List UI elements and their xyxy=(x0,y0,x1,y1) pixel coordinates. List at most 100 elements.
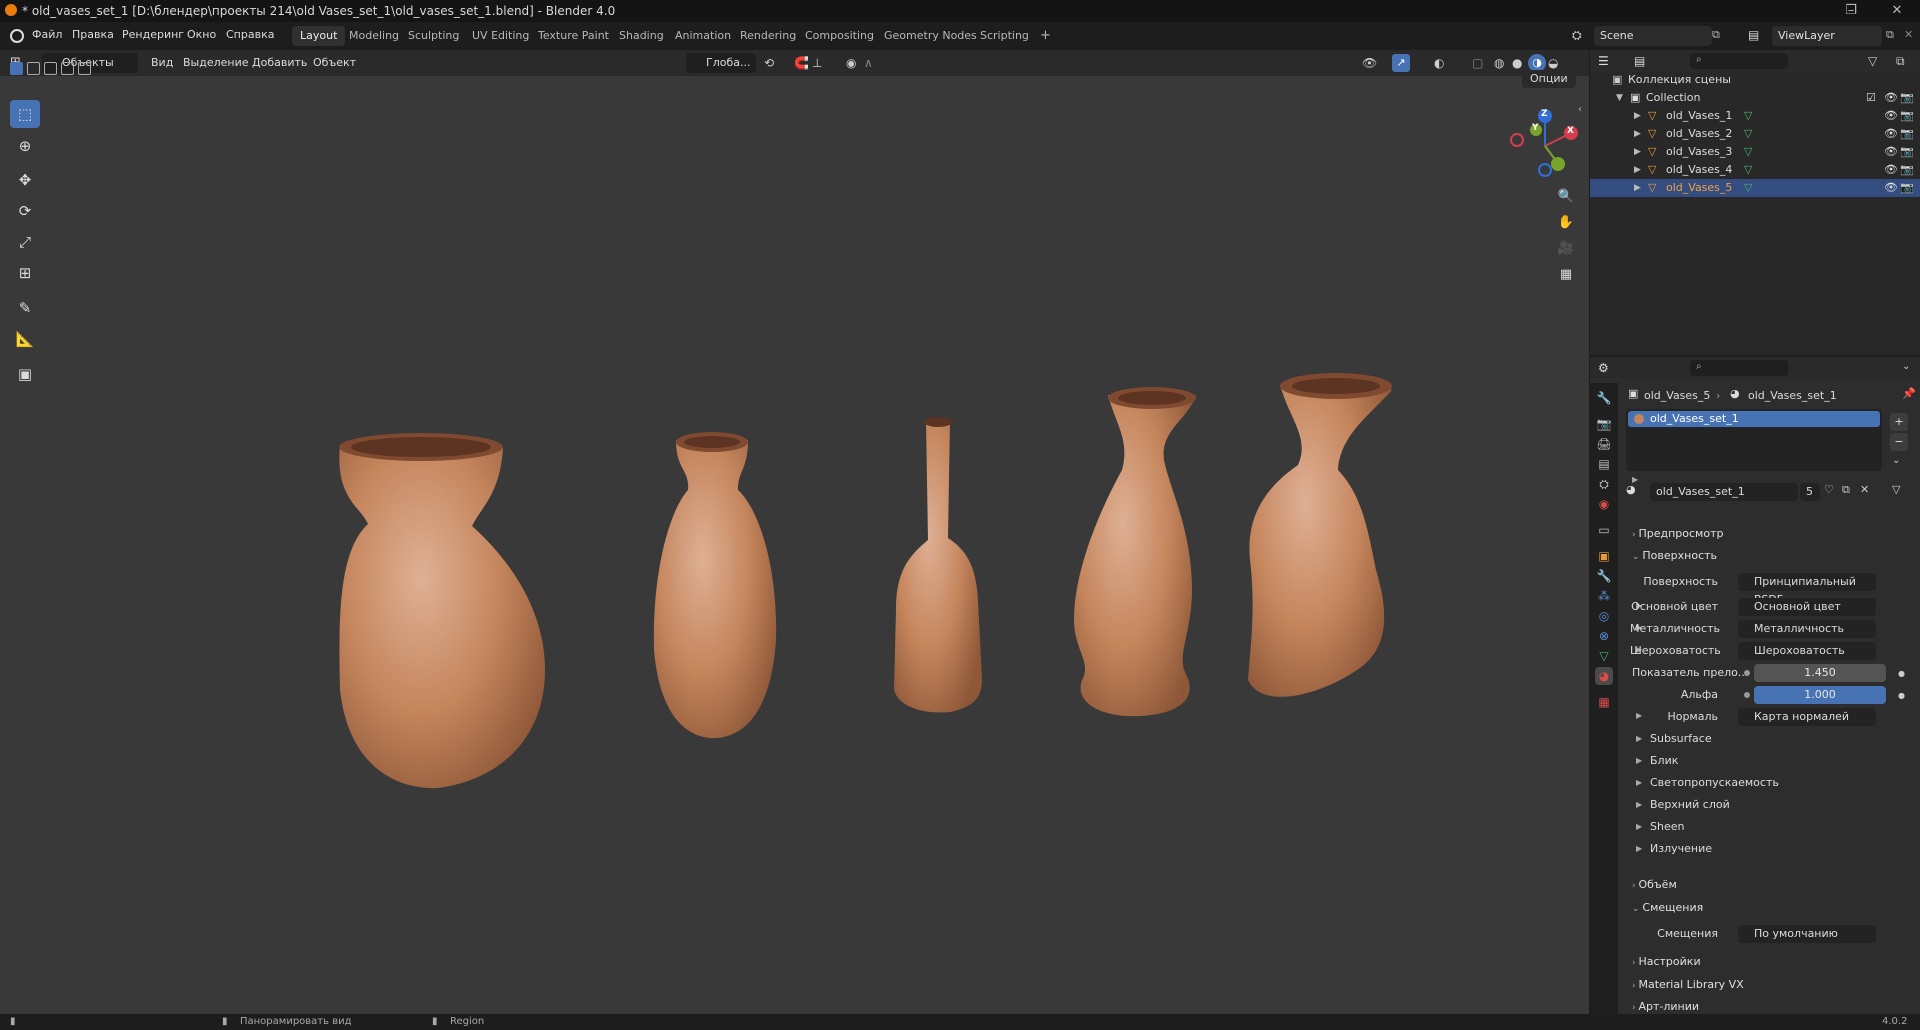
world-tab-icon[interactable]: ◉ xyxy=(1595,495,1613,513)
expand-object-icon[interactable]: ▶ xyxy=(1634,125,1641,143)
menu-file[interactable]: Файл xyxy=(32,28,62,41)
outliner-collection[interactable]: ▼ ▣ Collection ☑ 👁 📷 xyxy=(1590,89,1920,107)
subpanel-sheen[interactable]: ▶ Sheen xyxy=(1636,819,1684,833)
tab-scripting[interactable]: Scripting xyxy=(972,26,1037,46)
material-user-count[interactable]: 5 xyxy=(1800,483,1820,501)
tab-modeling[interactable]: Modeling xyxy=(341,26,407,46)
object-visibility-icon[interactable]: 👁 xyxy=(1884,143,1898,161)
object-visibility-icon[interactable]: 👁 xyxy=(1884,161,1898,179)
view-layer-tab-icon[interactable]: ▤ xyxy=(1595,455,1613,473)
roughness-field[interactable]: Шероховатость xyxy=(1738,642,1876,660)
subpanel-emission[interactable]: ▶ Излучение xyxy=(1636,841,1712,855)
3d-viewport[interactable]: ⊞ Объекты Вид Выделение Добавить Объект … xyxy=(0,50,1589,1014)
expand-collection-icon[interactable]: ▼ xyxy=(1616,89,1623,107)
material-name-field[interactable]: old_Vases_set_1 xyxy=(1650,483,1798,501)
duplicate-material-icon[interactable]: ⧉ xyxy=(1842,483,1850,497)
remove-slot-button[interactable]: − xyxy=(1890,433,1908,451)
metallic-field[interactable]: Металличность xyxy=(1738,620,1876,638)
section-preview[interactable]: › Предпросмотр xyxy=(1632,527,1723,540)
material-tab-icon[interactable]: ◕ xyxy=(1595,667,1613,685)
outliner-object-row[interactable]: ▶ ▽ old_Vases_4 ▽ 👁 📷 xyxy=(1590,161,1920,179)
collection-tab-icon[interactable]: ▭ xyxy=(1595,521,1613,539)
subpanel-transmission[interactable]: ▶ Светопропускаемость xyxy=(1636,775,1779,789)
object-render-icon[interactable]: 📷 xyxy=(1900,179,1914,197)
collection-render-icon[interactable]: 📷 xyxy=(1900,89,1914,107)
expand-object-icon[interactable]: ▶ xyxy=(1634,143,1641,161)
material-filter-icon[interactable]: ▽ xyxy=(1892,483,1900,496)
surface-shader-field[interactable]: Принципиальный BSDF xyxy=(1738,573,1876,606)
mesh-data-icon[interactable]: ▽ xyxy=(1744,161,1752,179)
section-material-library[interactable]: › Material Library VX xyxy=(1632,978,1744,991)
properties-editor-type-icon[interactable]: ⚙ xyxy=(1598,361,1609,375)
menu-edit[interactable]: Правка xyxy=(72,28,114,41)
object-render-icon[interactable]: 📷 xyxy=(1900,125,1914,143)
object-render-icon[interactable]: 📷 xyxy=(1900,161,1914,179)
filter-icon[interactable]: ▽ xyxy=(1868,54,1877,68)
mesh-data-icon[interactable]: ▽ xyxy=(1744,125,1752,143)
keyframe-dot-icon[interactable]: ● xyxy=(1898,691,1905,700)
object-tab-icon[interactable]: ▣ xyxy=(1595,547,1613,565)
outliner-object-row[interactable]: ▶ ▽ old_Vases_1 ▽ 👁 📷 xyxy=(1590,107,1920,125)
outliner-object-row[interactable]: ▶ ▽ old_Vases_3 ▽ 👁 📷 xyxy=(1590,143,1920,161)
texture-tab-icon[interactable]: ▦ xyxy=(1595,693,1613,711)
scene-tab-icon[interactable]: ⛭ xyxy=(1595,475,1613,493)
scene-selector[interactable]: Scene xyxy=(1594,26,1712,46)
constraints-tab-icon[interactable]: ⊗ xyxy=(1595,627,1613,645)
tab-layout[interactable]: Layout xyxy=(292,26,346,46)
outliner-object-row-selected[interactable]: ▶ ▽ old_Vases_5 ▽ 👁 📷 xyxy=(1590,179,1920,197)
modifier-tab-icon[interactable]: 🔧 xyxy=(1595,567,1613,585)
section-settings[interactable]: › Настройки xyxy=(1632,955,1701,968)
menu-window[interactable]: Окно xyxy=(187,28,216,41)
fake-user-icon[interactable]: ♡ xyxy=(1824,483,1834,496)
alpha-field[interactable]: 1.000 xyxy=(1754,686,1886,704)
physics-tab-icon[interactable]: ◎ xyxy=(1595,607,1613,625)
normal-field[interactable]: Карта нормалей xyxy=(1738,708,1876,726)
object-visibility-icon[interactable]: 👁 xyxy=(1884,125,1898,143)
blender-menu-icon[interactable] xyxy=(10,29,24,43)
material-slot-list[interactable]: old_Vases_set_1 xyxy=(1626,409,1882,471)
keyframe-dot-icon[interactable]: ● xyxy=(1898,669,1905,678)
tab-geometry-nodes[interactable]: Geometry Nodes xyxy=(876,26,985,46)
expand-object-icon[interactable]: ▶ xyxy=(1634,179,1641,197)
section-surface[interactable]: ⌄ Поверхность xyxy=(1632,549,1717,562)
menu-help[interactable]: Справка xyxy=(226,28,274,41)
section-volume[interactable]: › Объём xyxy=(1632,878,1677,891)
tool-tab-icon[interactable]: 🔧 xyxy=(1595,389,1613,407)
subpanel-specular[interactable]: ▶ Блик xyxy=(1636,753,1678,767)
new-collection-icon[interactable]: ⧉ xyxy=(1896,54,1905,69)
view-layer-selector[interactable]: ViewLayer xyxy=(1772,26,1882,46)
slot-specials-icon[interactable]: ⌄ xyxy=(1892,455,1900,466)
unlink-material-icon[interactable]: ✕ xyxy=(1860,483,1869,496)
menu-render[interactable]: Рендеринг xyxy=(122,28,184,41)
outliner-scene-collection[interactable]: ▣ Коллекция сцены xyxy=(1590,71,1920,89)
tab-texture-paint[interactable]: Texture Paint xyxy=(530,26,617,46)
ior-field[interactable]: 1.450 xyxy=(1754,664,1886,682)
material-slot-item[interactable]: old_Vases_set_1 xyxy=(1628,411,1880,427)
new-scene-icon[interactable]: ⧉ xyxy=(1712,28,1720,42)
tab-sculpting[interactable]: Sculpting xyxy=(400,26,467,46)
object-visibility-icon[interactable]: 👁 xyxy=(1884,107,1898,125)
section-lineart[interactable]: › Арт-линии xyxy=(1632,1000,1699,1013)
base-color-field[interactable]: Основной цвет xyxy=(1738,598,1876,616)
new-view-layer-icon[interactable]: ⧉ xyxy=(1886,28,1894,42)
mesh-data-icon[interactable]: ▽ xyxy=(1744,143,1752,161)
tab-compositing[interactable]: Compositing xyxy=(797,26,882,46)
particles-tab-icon[interactable]: ⁂ xyxy=(1595,587,1613,605)
outliner-object-row[interactable]: ▶ ▽ old_Vases_2 ▽ 👁 📷 xyxy=(1590,125,1920,143)
expand-object-icon[interactable]: ▶ xyxy=(1634,161,1641,179)
collection-visibility-icon[interactable]: 👁 xyxy=(1884,89,1898,107)
scene-icon[interactable]: ⛭ xyxy=(1572,28,1590,44)
displacement-field[interactable]: По умолчанию xyxy=(1738,925,1876,943)
view-layer-icon[interactable]: ▤ xyxy=(1748,28,1759,42)
mesh-data-icon[interactable]: ▽ xyxy=(1744,107,1752,125)
outliner-editor-type-icon[interactable]: ☰ xyxy=(1598,54,1609,68)
add-workspace-button[interactable]: + xyxy=(1032,26,1059,46)
display-mode-icon[interactable]: ▤ xyxy=(1634,54,1645,68)
remove-view-layer-icon[interactable]: ✕ xyxy=(1904,28,1913,41)
render-tab-icon[interactable]: 📷 xyxy=(1595,415,1613,433)
data-tab-icon[interactable]: ▽ xyxy=(1595,647,1613,665)
expand-object-icon[interactable]: ▶ xyxy=(1634,107,1641,125)
tab-rendering[interactable]: Rendering xyxy=(732,26,804,46)
tab-animation[interactable]: Animation xyxy=(667,26,739,46)
pin-icon[interactable]: 📌 xyxy=(1902,387,1916,400)
